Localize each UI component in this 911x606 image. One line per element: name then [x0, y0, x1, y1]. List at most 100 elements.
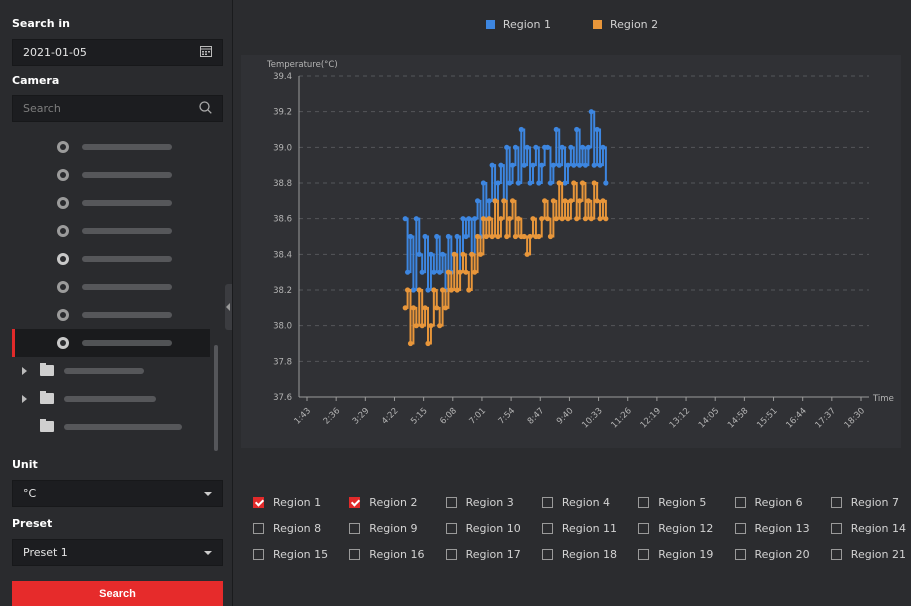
checkbox[interactable]	[445, 523, 457, 534]
date-picker[interactable]: 2021-01-05	[12, 39, 223, 66]
data-point	[527, 233, 533, 240]
legend-item-region-2[interactable]: Region 2	[593, 18, 658, 31]
data-point	[504, 233, 510, 240]
tree-item-camera[interactable]	[12, 133, 210, 161]
search-in-label: Search in	[12, 17, 71, 30]
checkbox[interactable]	[349, 497, 361, 508]
tree-item-camera[interactable]	[12, 245, 210, 273]
region-checkbox-item[interactable]: Region 12	[638, 522, 713, 535]
region-checkbox-item[interactable]: Region 11	[541, 522, 618, 535]
data-point	[463, 233, 469, 240]
tree-item-group[interactable]	[12, 413, 210, 441]
checkbox[interactable]	[830, 523, 842, 534]
region-checkbox-item[interactable]: Region 18	[541, 548, 617, 561]
checkbox[interactable]	[445, 549, 457, 560]
x-tick-label: 15:51	[755, 406, 779, 430]
data-point	[498, 216, 504, 222]
checkbox[interactable]	[445, 497, 457, 508]
camera-search-input[interactable]: Search	[12, 95, 223, 122]
camera-tree	[0, 133, 224, 457]
checkbox[interactable]	[638, 497, 650, 508]
data-point	[410, 305, 417, 311]
region-checkbox-item[interactable]: Region 19	[638, 548, 713, 561]
region-checkbox-item[interactable]: Region 4	[541, 496, 610, 509]
checkbox[interactable]	[830, 549, 842, 560]
checkbox[interactable]	[541, 523, 553, 534]
checkbox[interactable]	[734, 523, 746, 534]
data-point	[422, 305, 428, 311]
x-axis-title: Time	[872, 394, 894, 404]
unit-select[interactable]: °C	[12, 480, 223, 507]
data-point	[603, 216, 609, 222]
checkbox[interactable]	[253, 497, 264, 508]
data-point	[507, 180, 513, 186]
search-icon[interactable]	[199, 100, 212, 117]
data-point	[434, 305, 440, 311]
checkbox[interactable]	[638, 523, 650, 534]
region-checkbox-item[interactable]: Region 9	[349, 522, 417, 535]
tree-item-camera-selected[interactable]	[12, 329, 210, 357]
region-checkbox-item[interactable]: Region 5	[638, 496, 706, 509]
data-point	[512, 144, 519, 150]
tree-item-camera[interactable]	[12, 301, 210, 329]
data-point	[434, 233, 440, 240]
data-point	[521, 233, 527, 240]
blurred-group-name	[64, 368, 144, 374]
preset-select[interactable]: Preset 1	[12, 539, 223, 566]
data-point	[600, 198, 606, 204]
data-point	[559, 144, 565, 150]
data-point	[547, 233, 554, 240]
region-label: Region 19	[658, 548, 714, 561]
region-checkbox-item[interactable]: Region 7	[830, 496, 899, 509]
calendar-icon[interactable]	[200, 45, 212, 60]
checkbox[interactable]	[253, 549, 264, 560]
checkbox[interactable]	[638, 549, 650, 560]
expand-arrow-icon[interactable]	[22, 367, 27, 375]
data-point	[571, 162, 577, 168]
data-point	[419, 323, 425, 329]
region-label: Region 11	[561, 522, 618, 535]
region-checkbox-item[interactable]: Region 2	[349, 496, 417, 509]
chart-panel: Temperature(°C) 37.6 37.8 38.0 38.2 38.4 38.6 3…	[241, 55, 901, 448]
chart-area: Region 1 Region 2 Temperature(°C) 37.6 37.…	[233, 0, 911, 606]
tree-item-camera[interactable]	[12, 217, 210, 245]
region-checkbox-item[interactable]: Region 3	[445, 496, 514, 509]
checkbox[interactable]	[734, 549, 746, 560]
checkbox[interactable]	[734, 497, 746, 508]
checkbox[interactable]	[253, 523, 264, 534]
x-tick-label: 6:08	[438, 406, 459, 427]
tree-item-group[interactable]	[12, 385, 210, 413]
region-checkbox-item[interactable]: Region 8	[253, 522, 321, 535]
expand-arrow-icon[interactable]	[22, 395, 27, 403]
region-checkbox-item[interactable]: Region 20	[734, 548, 810, 561]
tree-item-camera[interactable]	[12, 273, 210, 301]
region-checkbox-item[interactable]: Region 16	[349, 548, 424, 561]
panel-collapse-handle[interactable]	[225, 284, 232, 330]
tree-item-group[interactable]	[12, 357, 210, 385]
data-point	[574, 216, 580, 222]
region-checkbox-item[interactable]: Region 15	[253, 548, 328, 561]
region-checkbox-item[interactable]: Region 10	[445, 522, 521, 535]
checkbox[interactable]	[349, 549, 361, 560]
region-checkbox-item[interactable]: Region 17	[445, 548, 521, 561]
region-label: Region 6	[754, 496, 803, 509]
tree-item-camera[interactable]	[12, 189, 210, 217]
checkbox[interactable]	[541, 549, 553, 560]
search-button[interactable]: Search	[12, 581, 223, 606]
data-point	[472, 216, 478, 222]
data-point	[579, 180, 586, 186]
region-checkbox-item[interactable]: Region 1	[253, 496, 321, 509]
tree-item-camera[interactable]	[12, 161, 210, 189]
data-point	[480, 180, 487, 186]
legend-item-region-1[interactable]: Region 1	[485, 18, 551, 31]
tree-scrollbar[interactable]	[214, 345, 218, 451]
region-checkbox-item[interactable]: Region 6	[734, 496, 803, 509]
region-checkbox-item[interactable]: Region 14	[830, 522, 906, 535]
region-checkbox-item[interactable]: Region 13	[734, 522, 810, 535]
data-point	[439, 287, 446, 293]
checkbox[interactable]	[349, 523, 361, 534]
region-checkbox-item[interactable]: Region 21	[830, 548, 906, 561]
checkbox[interactable]	[830, 497, 842, 508]
y-tick-label: 39.2	[273, 108, 292, 118]
checkbox[interactable]	[541, 497, 553, 508]
